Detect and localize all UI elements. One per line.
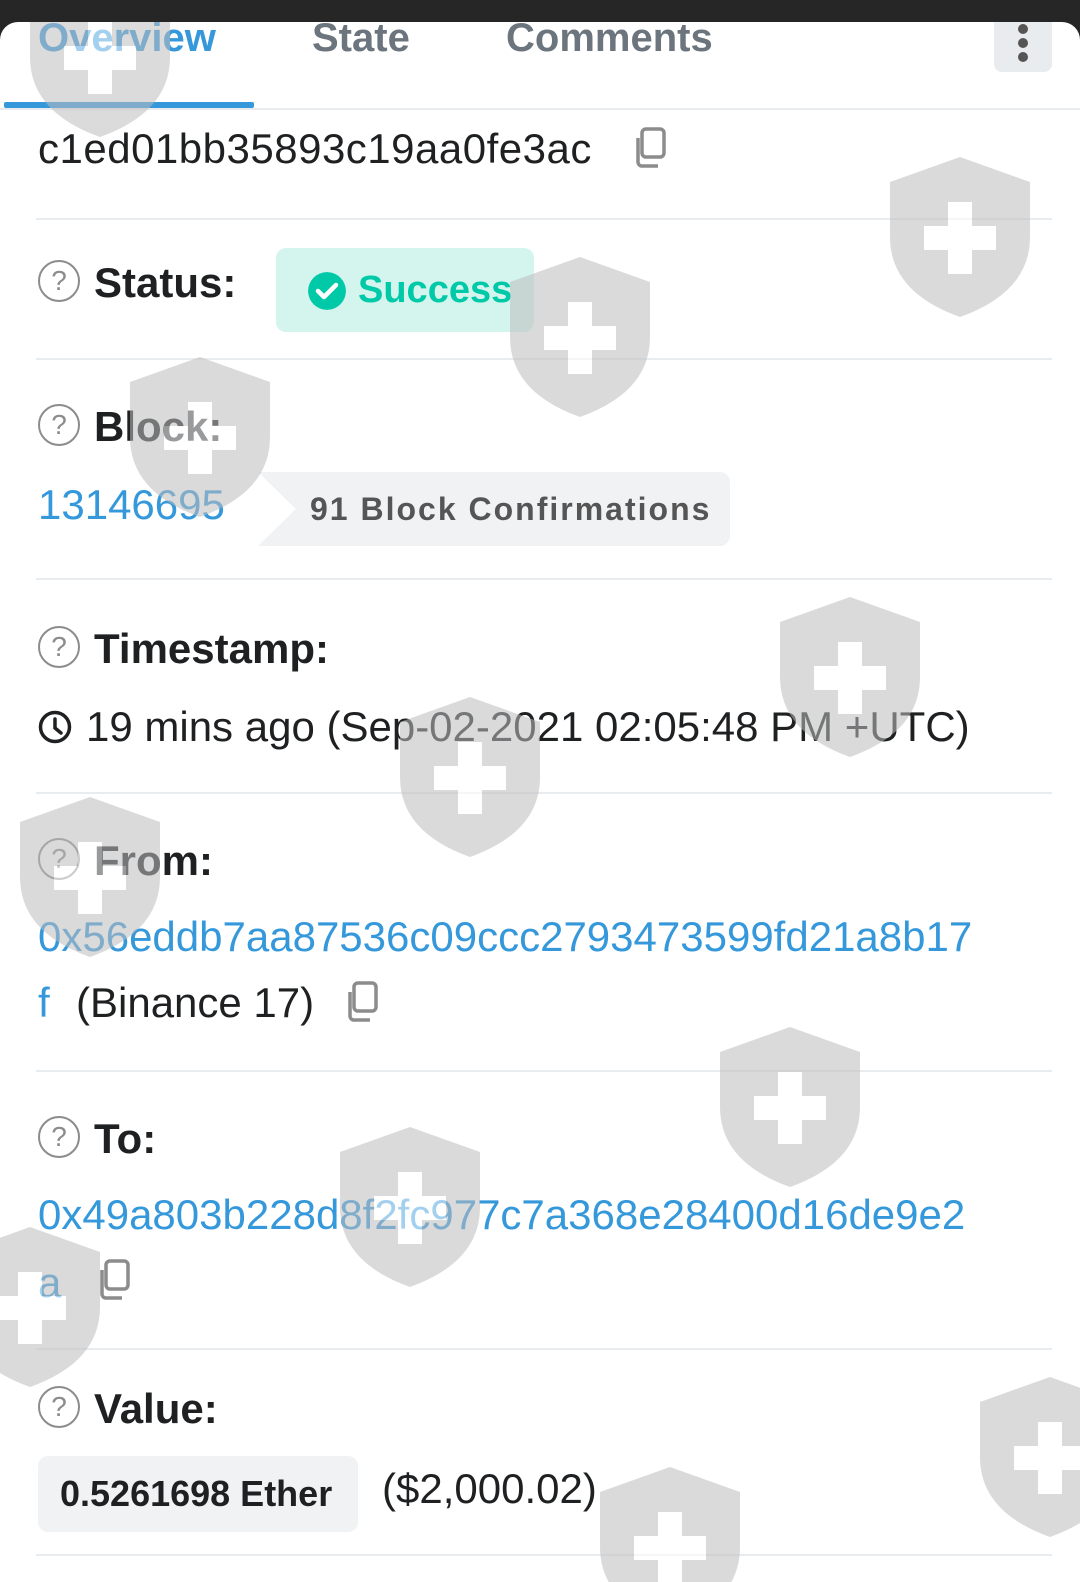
- question-circle-icon[interactable]: ?: [38, 260, 80, 302]
- tab-comments[interactable]: Comments: [506, 22, 713, 62]
- copy-icon[interactable]: [96, 1258, 132, 1302]
- from-label: From:: [94, 837, 213, 884]
- divider: [36, 1070, 1052, 1072]
- timestamp-value: 19 mins ago (Sep-02-2021 02:05:48 PM +UT…: [86, 703, 970, 750]
- divider: [36, 218, 1052, 220]
- more-options-button[interactable]: [994, 22, 1052, 72]
- status-badge: Success: [276, 248, 534, 332]
- status-value: Success: [358, 269, 513, 311]
- timestamp-label: Timestamp:: [94, 625, 329, 672]
- tab-overview[interactable]: Overview: [38, 22, 216, 62]
- active-tab-indicator: [4, 102, 254, 108]
- divider: [36, 792, 1052, 794]
- question-circle-icon[interactable]: ?: [38, 626, 80, 668]
- copy-icon[interactable]: [632, 126, 668, 170]
- question-circle-icon[interactable]: ?: [38, 1116, 80, 1158]
- from-name-tag: (Binance 17): [76, 979, 315, 1026]
- transaction-hash: c1ed01bb35893c19aa0fe3ac: [38, 125, 592, 172]
- value-amount-badge: 0.5261698 Ether: [38, 1456, 358, 1532]
- divider: [36, 358, 1052, 360]
- to-address-link[interactable]: 0x49a803b228d8f2fc977c7a368e28400d16de9e…: [38, 1190, 965, 1240]
- top-status-strip: [0, 0, 1080, 24]
- to-label: To:: [94, 1115, 157, 1162]
- block-confirmations: 91 Block Confirmations: [310, 491, 712, 527]
- from-address-link[interactable]: 0x56eddb7aa87536c09ccc2793473599fd21a8b1…: [38, 912, 972, 962]
- value-amount: 0.5261698 Ether: [60, 1473, 333, 1514]
- divider: [36, 578, 1052, 580]
- question-circle-icon[interactable]: ?: [38, 1386, 80, 1428]
- transaction-card: Overview State Comments c1ed01bb35893c19…: [0, 22, 1080, 1582]
- from-address-link-wrap[interactable]: f: [38, 978, 50, 1028]
- watermark-shield-logo: [890, 157, 1030, 317]
- value-label: Value:: [94, 1385, 218, 1432]
- clock-icon: [38, 710, 72, 744]
- status-label: Status:: [94, 259, 237, 306]
- tab-bar: Overview State Comments: [0, 22, 1080, 110]
- vertical-dots-icon: [1018, 24, 1028, 34]
- value-usd: ($2,000.02): [382, 1465, 597, 1512]
- watermark-shield-logo: [720, 1027, 860, 1187]
- check-circle-icon: [308, 272, 346, 310]
- divider: [36, 1554, 1052, 1556]
- block-label: Block:: [94, 403, 223, 450]
- watermark-shield-logo: [600, 1467, 740, 1582]
- block-number-link[interactable]: 13146695: [38, 480, 225, 530]
- copy-icon[interactable]: [344, 980, 380, 1024]
- block-confirmations-badge: 91 Block Confirmations: [258, 472, 730, 546]
- question-circle-icon[interactable]: ?: [38, 404, 80, 446]
- vertical-dots-icon: [1018, 52, 1028, 62]
- divider: [36, 1348, 1052, 1350]
- vertical-dots-icon: [1018, 38, 1028, 48]
- question-circle-icon[interactable]: ?: [38, 838, 80, 880]
- tab-state[interactable]: State: [312, 22, 410, 62]
- watermark-shield-logo: [980, 1377, 1080, 1537]
- to-address-link-wrap[interactable]: a: [38, 1258, 61, 1308]
